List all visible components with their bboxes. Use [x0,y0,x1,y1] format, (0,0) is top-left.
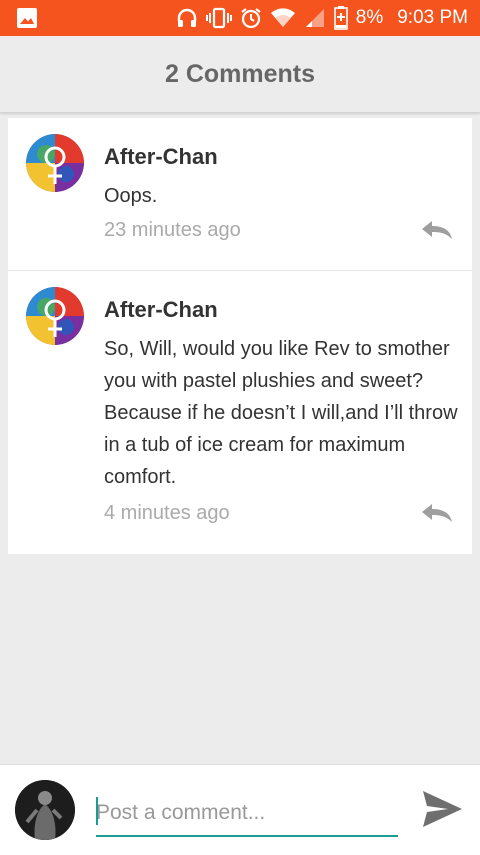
avatar[interactable] [26,134,84,192]
reply-icon[interactable] [420,502,454,524]
comment-input[interactable] [96,791,398,837]
clock: 9:03 PM [397,7,468,28]
reply-icon[interactable] [420,219,454,241]
comment-composer [0,764,480,855]
text-cursor [96,797,98,825]
status-bar: 8% 9:03 PM [0,0,480,36]
comment-timestamp: 23 minutes ago [104,219,241,241]
comment-list: After-Chan Oops. 23 minutes ago After-Ch… [8,118,472,554]
image-icon [17,8,37,28]
comment-author[interactable]: After-Chan [104,144,218,170]
comment-author[interactable]: After-Chan [104,297,218,323]
signal-icon [305,9,324,27]
wifi-icon [270,8,295,27]
comments-header: 2 Comments [0,36,480,113]
user-avatar[interactable] [15,780,75,840]
comment-item: After-Chan Oops. 23 minutes ago [8,118,472,271]
comment-text: Oops. [104,185,158,207]
battery-icon [333,6,348,30]
comment-timestamp: 4 minutes ago [104,502,230,524]
headphones-icon [177,8,196,27]
comment-item: After-Chan So, Will, would you like Rev … [8,271,472,554]
comment-text: So, Will, would you like Rev to smother … [104,338,458,488]
battery-percent: 8% [355,7,384,28]
page-title: 2 Comments [164,59,316,88]
avatar[interactable] [26,287,84,345]
vibrate-icon [205,7,232,29]
send-icon[interactable] [420,787,464,831]
alarm-icon [241,8,261,29]
